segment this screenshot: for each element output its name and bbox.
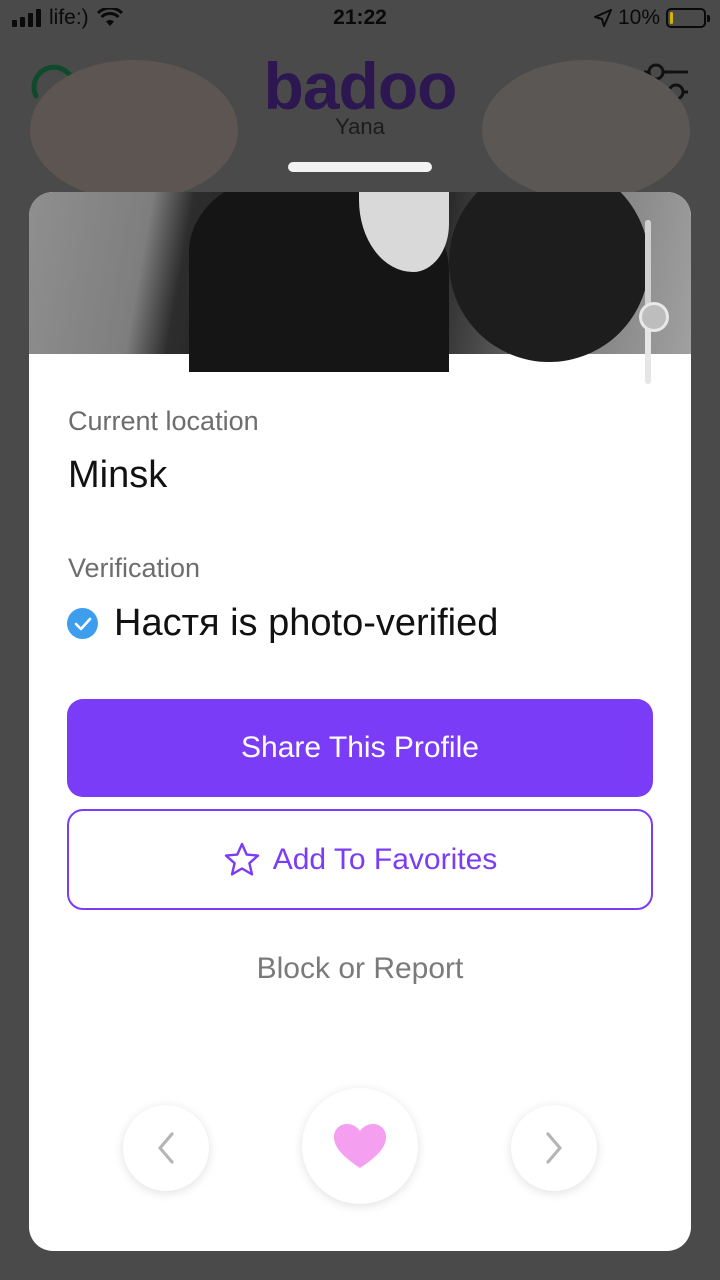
location-label: Current location <box>68 406 259 436</box>
verification-value: Настя is photo-verified <box>114 602 499 644</box>
battery-icon <box>666 8 710 28</box>
share-profile-button[interactable]: Share This Profile <box>67 699 653 797</box>
battery-percent: 10% <box>617 6 660 29</box>
block-or-report-link[interactable]: Block or Report <box>29 952 691 986</box>
background-profile-name: Yana <box>335 114 385 139</box>
profile-sheet: Current location Minsk Verification Наст… <box>29 192 691 1251</box>
status-right: 10% <box>593 6 710 30</box>
status-bar: life:) 21:22 10% <box>0 0 720 40</box>
previous-profile-button[interactable] <box>123 1105 209 1191</box>
location-value: Minsk <box>68 454 168 496</box>
heart-icon <box>334 1124 386 1168</box>
verified-check-icon <box>67 608 98 639</box>
chevron-right-icon <box>546 1132 562 1164</box>
star-icon <box>224 842 259 876</box>
profile-photo <box>29 192 691 372</box>
like-button[interactable] <box>302 1088 418 1204</box>
chevron-left-icon <box>158 1132 174 1164</box>
verification-row: Настя is photo-verified <box>67 602 498 645</box>
next-profile-button[interactable] <box>511 1105 597 1191</box>
photo-verified-icon <box>639 302 669 332</box>
battery-level <box>670 12 673 24</box>
location-arrow-icon <box>593 9 612 27</box>
verification-label: Verification <box>68 553 201 583</box>
sheet-drag-handle[interactable] <box>288 162 432 172</box>
add-to-favorites-button[interactable]: Add To Favorites <box>67 809 653 910</box>
share-profile-label: Share This Profile <box>241 731 479 764</box>
add-to-favorites-label: Add To Favorites <box>272 842 498 876</box>
